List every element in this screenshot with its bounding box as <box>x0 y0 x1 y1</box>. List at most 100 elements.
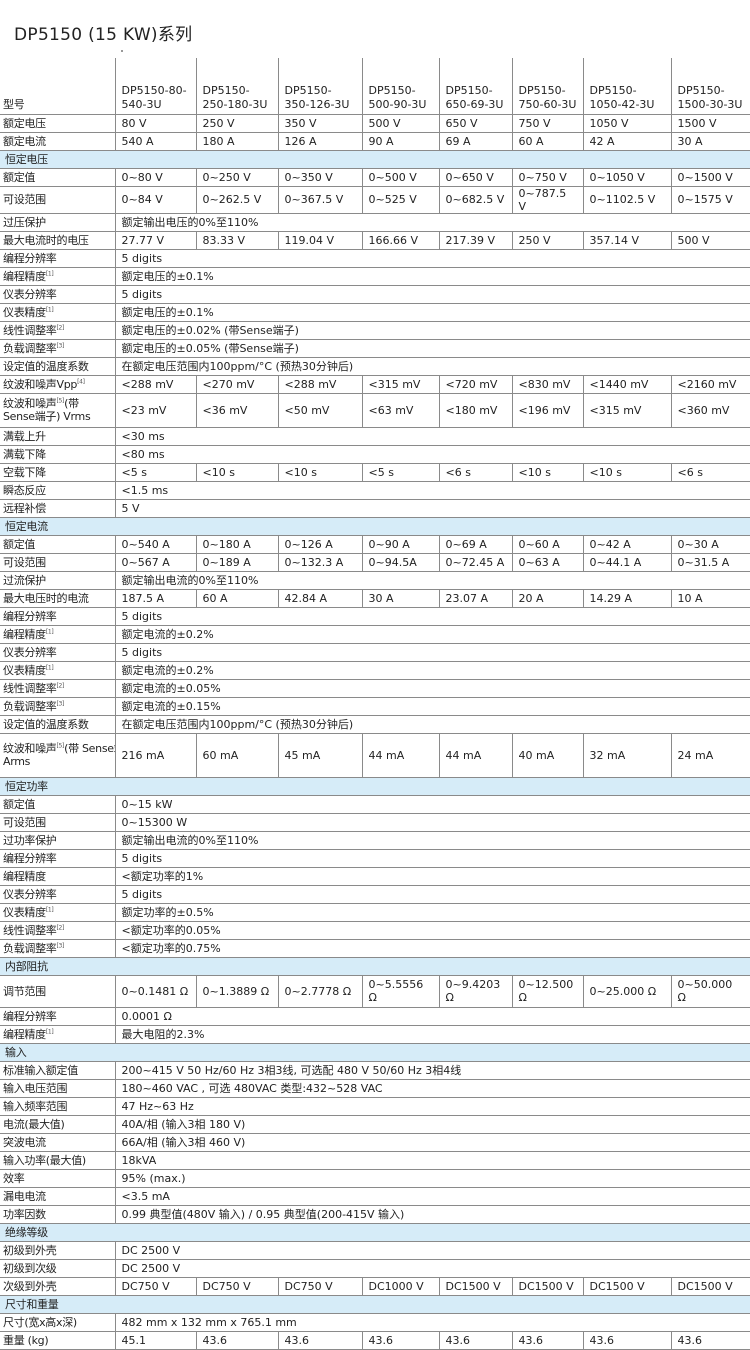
value-cell: 0~60 A <box>511 535 583 554</box>
value-cell: 126 A <box>277 132 362 151</box>
row-label-text: 编程精度 <box>3 269 46 283</box>
shared-value-cell: 5 digits <box>114 643 750 662</box>
value-cell: <315 mV <box>582 393 671 428</box>
spec-row: 满载上升 <30 ms <box>0 427 750 446</box>
spec-row: 最大电流时的电压 27.77 V 83.33 V 119.04 V 166.66 V 21… <box>0 231 750 250</box>
value-cell: DC1500 V <box>582 1277 671 1296</box>
value-cell: 0~126 A <box>277 535 362 554</box>
value-cell: 20 A <box>511 589 583 608</box>
footnote-mark: [1] <box>45 1027 54 1035</box>
value-cell: <6 s <box>438 463 512 482</box>
footnote-mark: [2] <box>56 923 65 931</box>
value-cell: <10 s <box>582 463 671 482</box>
spec-row: 可设范围 0~567 A 0~189 A 0~132.3 A 0~94.5A 0~72.4… <box>0 553 750 572</box>
value-cell: <830 mV <box>511 375 583 394</box>
section-title: 内部阻抗 <box>0 957 750 976</box>
value-cell: 23.07 A <box>438 589 512 608</box>
row-label: 编程精度[1] <box>0 625 115 644</box>
row-label: 线性调整率[2] <box>0 679 115 698</box>
value-cell: 0~750 V <box>511 168 583 187</box>
value-cell: 0~262.5 V <box>195 186 278 214</box>
value-cell: <6 s <box>670 463 750 482</box>
divider-dot <box>121 50 123 52</box>
spec-row: 额定值 0~80 V 0~250 V 0~350 V 0~500 V 0~650 V 0~7… <box>0 168 750 187</box>
row-label-text: 编程精度 <box>3 1027 46 1041</box>
spec-row: 编程分辨率 5 digits <box>0 249 750 268</box>
row-label: 标准输入额定值 <box>0 1061 115 1080</box>
shared-value-cell: 47 Hz~63 Hz <box>114 1097 750 1116</box>
value-cell: 0~250 V <box>195 168 278 187</box>
value-cell: 250 V <box>511 231 583 250</box>
row-label: 编程精度 <box>0 867 115 886</box>
value-cell: 30 A <box>670 132 750 151</box>
row-label-text: 尺寸(宽x高x深) <box>3 1315 77 1329</box>
value-cell: 750 V <box>511 114 583 133</box>
spec-row: 调节范围 0~0.1481 Ω 0~1.3889 Ω 0~2.7778 Ω 0~5.55… <box>0 975 750 1008</box>
value-cell: 69 A <box>438 132 512 151</box>
value-cell: <270 mV <box>195 375 278 394</box>
row-label-text: 可设范围 <box>3 193 46 206</box>
value-cell: 540 A <box>114 132 196 151</box>
spec-row: 纹波和噪声[5](带 Sense端子) Vrms <23 mV <36 mV <50 m… <box>0 393 750 428</box>
row-label: 负载调整率[3] <box>0 697 115 716</box>
row-label: 设定值的温度系数 <box>0 357 115 376</box>
shared-value-cell: <额定功率的0.75% <box>114 939 750 958</box>
value-cell: DC750 V <box>277 1277 362 1296</box>
value-cell: <1440 mV <box>582 375 671 394</box>
value-cell: 0~682.5 V <box>438 186 512 214</box>
row-label-text: 满载下降 <box>3 447 46 461</box>
spec-row: 额定电流 540 A 180 A 126 A 90 A 69 A 60 A 42 A 30 A <box>0 132 750 151</box>
spec-row: 空载下降 <5 s <10 s <10 s <5 s <6 s <10 s <10 s <6 s <box>0 463 750 482</box>
row-label-text: 电流(最大值) <box>3 1117 65 1131</box>
shared-value-cell: 额定电压的±0.05% (带Sense端子) <box>114 339 750 358</box>
value-cell: <196 mV <box>511 393 583 428</box>
row-label-text: 最大电压时的电流 <box>3 591 89 605</box>
row-label: 编程分辨率 <box>0 1007 115 1026</box>
row-label: 线性调整率[2] <box>0 921 115 940</box>
section-header-row: 恒定电压 <box>0 150 750 169</box>
row-label-text: 线性调整率 <box>3 323 57 337</box>
value-cell: 0~787.5 V <box>511 186 583 214</box>
row-label-text: 重量 (kg) <box>3 1333 49 1347</box>
row-label-text: 效率 <box>3 1171 25 1185</box>
spec-row: 最大电压时的电流 187.5 A 60 A 42.84 A 30 A 23.07 A 20 … <box>0 589 750 608</box>
row-label-text: 线性调整率 <box>3 681 57 695</box>
spec-row: 尺寸(宽x高x深) 482 mm x 132 mm x 765.1 mm <box>0 1313 750 1332</box>
spec-row: 输入功率(最大值) 18kVA <box>0 1151 750 1170</box>
row-label-text: 纹波和噪声 <box>3 742 57 755</box>
row-label-text: 编程精度 <box>3 627 46 641</box>
value-cell: 0~31.5 A <box>670 553 750 572</box>
value-cell: <5 s <box>114 463 196 482</box>
value-cell: <720 mV <box>438 375 512 394</box>
value-cell: 90 A <box>361 132 439 151</box>
spec-row: 满载下降 <80 ms <box>0 445 750 464</box>
spec-row: 电流(最大值) 40A/相 (输入3相 180 V) <box>0 1115 750 1134</box>
shared-value-cell: 额定电流的±0.2% <box>114 661 750 680</box>
row-label: 可设范围 <box>0 813 115 832</box>
footnote-mark: [2] <box>56 323 65 331</box>
model-name-cell: DP5150-500-90-3U <box>361 58 439 115</box>
row-label-text: 仪表分辨率 <box>3 287 57 301</box>
value-cell: 0~12.500 Ω <box>511 975 583 1008</box>
row-label: 空载下降 <box>0 463 115 482</box>
row-label: 过流保护 <box>0 571 115 590</box>
footnote-mark: [1] <box>45 905 54 913</box>
value-cell: DC1500 V <box>511 1277 583 1296</box>
section-title: 恒定电压 <box>0 150 750 169</box>
row-label-text: 输入频率范围 <box>3 1099 68 1113</box>
footnote-mark: [5] <box>56 742 65 750</box>
row-label: 额定电压 <box>0 114 115 133</box>
value-cell: 0~80 V <box>114 168 196 187</box>
value-cell: 0~189 A <box>195 553 278 572</box>
value-cell: 500 V <box>361 114 439 133</box>
value-cell: DC750 V <box>195 1277 278 1296</box>
value-cell: 1500 V <box>670 114 750 133</box>
row-label-text: 漏电电流 <box>3 1189 46 1203</box>
row-label-text: 仪表精度 <box>3 305 46 319</box>
model-name-cell: DP5150-350-126-3U <box>277 58 362 115</box>
row-label-text: 线性调整率 <box>3 923 57 937</box>
row-label-text: 额定电压 <box>3 116 46 130</box>
value-cell: 180 A <box>195 132 278 151</box>
row-label-text: 尺寸和重量 <box>5 1297 59 1311</box>
shared-value-cell: 额定功率的±0.5% <box>114 903 750 922</box>
